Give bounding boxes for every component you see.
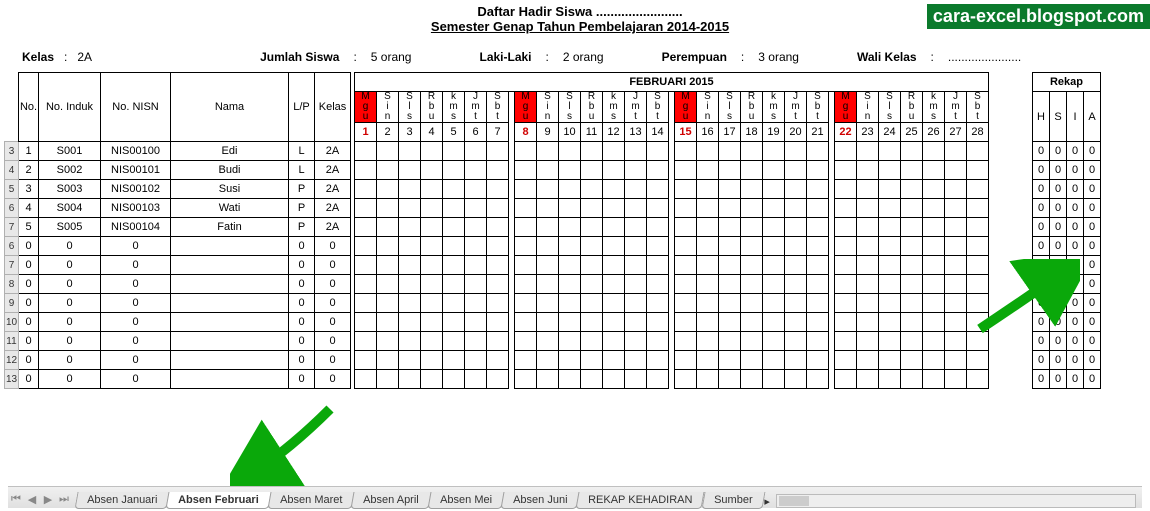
table-row: 64S004NIS00103WatiP2A0000 (5, 199, 1101, 218)
watermark: cara-excel.blogspot.com (927, 4, 1150, 29)
table-row: 10000000000 (5, 313, 1101, 332)
sheet-tab[interactable]: Sumber (701, 492, 765, 509)
meta-row: Kelas : 2A Jumlah Siswa : 5 orang Laki-L… (0, 36, 1150, 72)
value-wali: ...................... (948, 50, 1021, 64)
label-kelas: Kelas (22, 50, 54, 64)
label-laki: Laki-Laki (479, 50, 531, 64)
table-row: 13000000000 (5, 370, 1101, 389)
tab-nav-first[interactable]: ⏮ (8, 490, 24, 508)
tab-nav-next[interactable]: ▶ (40, 490, 56, 508)
value-perempuan: 3 orang (758, 50, 799, 64)
sheet-tab[interactable]: Absen Maret (268, 492, 355, 509)
tab-nav-prev[interactable]: ◀ (24, 490, 40, 508)
attendance-table: No.No. IndukNo. NISNNamaL/PKelasFEBRUARI… (4, 72, 1101, 389)
table-row: 53S003NIS00102SusiP2A0000 (5, 180, 1101, 199)
value-jumlah: 5 orang (371, 50, 412, 64)
document-title: Daftar Hadir Siswa .....................… (380, 4, 780, 19)
table-row: 6000000000 (5, 237, 1101, 256)
document-subtitle: Semester Genap Tahun Pembelajaran 2014-2… (380, 19, 780, 34)
label-jumlah: Jumlah Siswa (260, 50, 339, 64)
tab-nav-last[interactable]: ⏭ (56, 490, 72, 508)
value-laki: 2 orang (563, 50, 604, 64)
label-perempuan: Perempuan (662, 50, 727, 64)
table-row: 42S002NIS00101BudiL2A0000 (5, 161, 1101, 180)
table-row: 31S001NIS00100EdiL2A0000 (5, 142, 1101, 161)
sheet-tab[interactable]: Absen Januari (75, 492, 170, 509)
sheet-tab[interactable]: Absen Mei (428, 492, 505, 509)
horizontal-scrollbar[interactable] (776, 494, 1136, 508)
sheet-tabs: ⏮ ◀ ▶ ⏭ Absen JanuariAbsen FebruariAbsen… (8, 486, 1142, 508)
annotation-arrow-1 (230, 399, 350, 489)
sheet-tab[interactable]: Absen April (351, 492, 432, 509)
table-row: 7000000000 (5, 256, 1101, 275)
label-wali: Wali Kelas (857, 50, 917, 64)
table-row: 8000000000 (5, 275, 1101, 294)
table-row: 11000000000 (5, 332, 1101, 351)
tab-overflow-icon[interactable]: ▸ (764, 495, 770, 508)
table-row: 75S005NIS00104FatinP2A0000 (5, 218, 1101, 237)
value-kelas: 2A (77, 50, 92, 64)
sheet-tab[interactable]: REKAP KEHADIRAN (576, 492, 705, 509)
table-row: 12000000000 (5, 351, 1101, 370)
sheet-tab[interactable]: Absen Juni (501, 492, 580, 509)
table-row: 9000000000 (5, 294, 1101, 313)
sheet-tab[interactable]: Absen Februari (166, 492, 272, 509)
